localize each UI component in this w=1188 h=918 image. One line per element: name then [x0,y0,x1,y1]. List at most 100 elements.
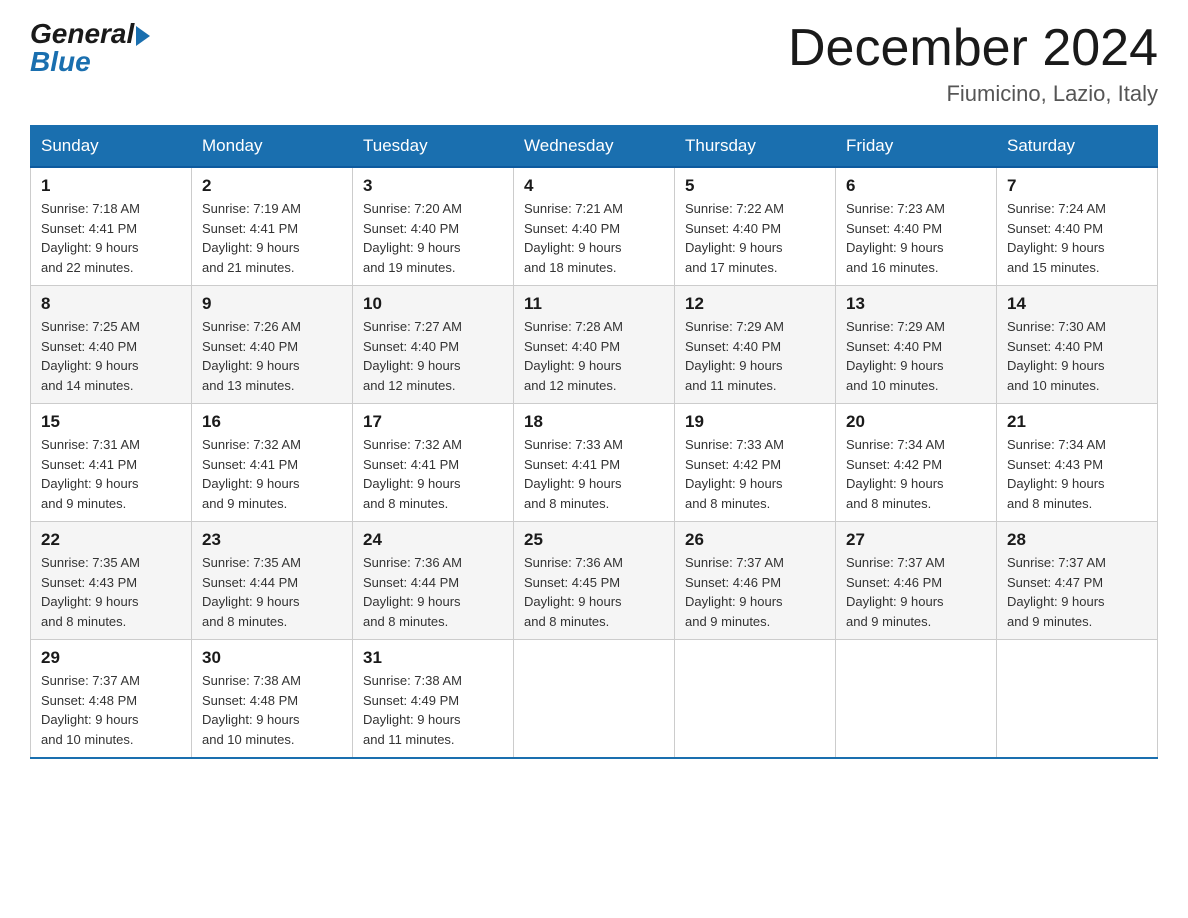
logo-triangle-icon [136,26,150,46]
calendar-cell: 20 Sunrise: 7:34 AMSunset: 4:42 PMDayligh… [836,404,997,522]
calendar-cell: 19 Sunrise: 7:33 AMSunset: 4:42 PMDayligh… [675,404,836,522]
calendar-cell [836,640,997,759]
day-info: Sunrise: 7:25 AMSunset: 4:40 PMDaylight:… [41,317,181,395]
day-header-wednesday: Wednesday [514,126,675,168]
calendar-cell: 21 Sunrise: 7:34 AMSunset: 4:43 PMDayligh… [997,404,1158,522]
day-number: 20 [846,412,986,432]
calendar-cell: 29 Sunrise: 7:37 AMSunset: 4:48 PMDayligh… [31,640,192,759]
calendar-week-row: 22 Sunrise: 7:35 AMSunset: 4:43 PMDayligh… [31,522,1158,640]
day-number: 23 [202,530,342,550]
calendar-cell: 16Sunrise: 7:32 AMSunset: 4:41 PMDayligh… [192,404,353,522]
day-info: Sunrise: 7:36 AMSunset: 4:44 PMDaylight:… [363,553,503,631]
day-header-thursday: Thursday [675,126,836,168]
day-number: 8 [41,294,181,314]
day-info: Sunrise: 7:24 AMSunset: 4:40 PMDaylight:… [1007,199,1147,277]
logo-general-text: General [30,20,134,48]
day-info: Sunrise: 7:23 AMSunset: 4:40 PMDaylight:… [846,199,986,277]
calendar-cell: 25 Sunrise: 7:36 AMSunset: 4:45 PMDayligh… [514,522,675,640]
day-number: 28 [1007,530,1147,550]
calendar-cell: 13 Sunrise: 7:29 AMSunset: 4:40 PMDayligh… [836,286,997,404]
day-info: Sunrise: 7:33 AMSunset: 4:41 PMDaylight:… [524,435,664,513]
day-info: Sunrise: 7:33 AMSunset: 4:42 PMDaylight:… [685,435,825,513]
location-title: Fiumicino, Lazio, Italy [788,81,1158,107]
day-number: 19 [685,412,825,432]
day-number: 16 [202,412,342,432]
logo: General Blue [30,20,150,76]
day-number: 1 [41,176,181,196]
day-info: Sunrise: 7:20 AMSunset: 4:40 PMDaylight:… [363,199,503,277]
day-info: Sunrise: 7:29 AMSunset: 4:40 PMDaylight:… [685,317,825,395]
day-header-friday: Friday [836,126,997,168]
calendar-cell: 15 Sunrise: 7:31 AMSunset: 4:41 PMDayligh… [31,404,192,522]
calendar-cell [675,640,836,759]
day-number: 25 [524,530,664,550]
calendar-week-row: 1Sunrise: 7:18 AMSunset: 4:41 PMDaylight… [31,167,1158,286]
calendar-cell: 24Sunrise: 7:36 AMSunset: 4:44 PMDayligh… [353,522,514,640]
day-number: 29 [41,648,181,668]
day-info: Sunrise: 7:29 AMSunset: 4:40 PMDaylight:… [846,317,986,395]
calendar-cell: 2Sunrise: 7:19 AMSunset: 4:41 PMDaylight… [192,167,353,286]
day-info: Sunrise: 7:30 AMSunset: 4:40 PMDaylight:… [1007,317,1147,395]
day-header-monday: Monday [192,126,353,168]
day-info: Sunrise: 7:27 AMSunset: 4:40 PMDaylight:… [363,317,503,395]
day-info: Sunrise: 7:36 AMSunset: 4:45 PMDaylight:… [524,553,664,631]
calendar-cell: 22 Sunrise: 7:35 AMSunset: 4:43 PMDayligh… [31,522,192,640]
day-number: 21 [1007,412,1147,432]
calendar-cell [997,640,1158,759]
calendar-cell: 27 Sunrise: 7:37 AMSunset: 4:46 PMDayligh… [836,522,997,640]
day-number: 9 [202,294,342,314]
page-header: General Blue December 2024 Fiumicino, La… [30,20,1158,107]
day-header-sunday: Sunday [31,126,192,168]
month-title: December 2024 [788,20,1158,77]
day-info: Sunrise: 7:37 AMSunset: 4:46 PMDaylight:… [685,553,825,631]
calendar-cell: 18 Sunrise: 7:33 AMSunset: 4:41 PMDayligh… [514,404,675,522]
calendar-cell: 30Sunrise: 7:38 AMSunset: 4:48 PMDayligh… [192,640,353,759]
calendar-cell: 17Sunrise: 7:32 AMSunset: 4:41 PMDayligh… [353,404,514,522]
day-info: Sunrise: 7:19 AMSunset: 4:41 PMDaylight:… [202,199,342,277]
day-info: Sunrise: 7:38 AMSunset: 4:49 PMDaylight:… [363,671,503,749]
day-number: 22 [41,530,181,550]
day-number: 26 [685,530,825,550]
day-info: Sunrise: 7:34 AMSunset: 4:42 PMDaylight:… [846,435,986,513]
day-number: 13 [846,294,986,314]
day-number: 31 [363,648,503,668]
day-info: Sunrise: 7:28 AMSunset: 4:40 PMDaylight:… [524,317,664,395]
day-info: Sunrise: 7:35 AMSunset: 4:44 PMDaylight:… [202,553,342,631]
calendar-cell: 7 Sunrise: 7:24 AMSunset: 4:40 PMDaylight… [997,167,1158,286]
day-info: Sunrise: 7:26 AMSunset: 4:40 PMDaylight:… [202,317,342,395]
calendar-cell: 6 Sunrise: 7:23 AMSunset: 4:40 PMDaylight… [836,167,997,286]
calendar-cell: 4 Sunrise: 7:21 AMSunset: 4:40 PMDaylight… [514,167,675,286]
day-number: 18 [524,412,664,432]
day-number: 3 [363,176,503,196]
calendar-cell [514,640,675,759]
calendar-cell: 8 Sunrise: 7:25 AMSunset: 4:40 PMDaylight… [31,286,192,404]
day-info: Sunrise: 7:37 AMSunset: 4:46 PMDaylight:… [846,553,986,631]
day-number: 10 [363,294,503,314]
calendar-cell: 3 Sunrise: 7:20 AMSunset: 4:40 PMDaylight… [353,167,514,286]
calendar-cell: 9 Sunrise: 7:26 AMSunset: 4:40 PMDaylight… [192,286,353,404]
calendar-cell: 12Sunrise: 7:29 AMSunset: 4:40 PMDayligh… [675,286,836,404]
day-number: 4 [524,176,664,196]
day-info: Sunrise: 7:38 AMSunset: 4:48 PMDaylight:… [202,671,342,749]
calendar-cell: 31 Sunrise: 7:38 AMSunset: 4:49 PMDayligh… [353,640,514,759]
day-info: Sunrise: 7:37 AMSunset: 4:48 PMDaylight:… [41,671,181,749]
day-number: 7 [1007,176,1147,196]
calendar-cell: 11Sunrise: 7:28 AMSunset: 4:40 PMDayligh… [514,286,675,404]
day-info: Sunrise: 7:22 AMSunset: 4:40 PMDaylight:… [685,199,825,277]
calendar-cell: 10 Sunrise: 7:27 AMSunset: 4:40 PMDayligh… [353,286,514,404]
calendar-cell: 28Sunrise: 7:37 AMSunset: 4:47 PMDayligh… [997,522,1158,640]
day-number: 6 [846,176,986,196]
calendar-week-row: 15 Sunrise: 7:31 AMSunset: 4:41 PMDayligh… [31,404,1158,522]
day-info: Sunrise: 7:34 AMSunset: 4:43 PMDaylight:… [1007,435,1147,513]
day-number: 15 [41,412,181,432]
day-number: 27 [846,530,986,550]
calendar-cell: 26 Sunrise: 7:37 AMSunset: 4:46 PMDayligh… [675,522,836,640]
calendar-cell: 1Sunrise: 7:18 AMSunset: 4:41 PMDaylight… [31,167,192,286]
day-info: Sunrise: 7:35 AMSunset: 4:43 PMDaylight:… [41,553,181,631]
day-info: Sunrise: 7:21 AMSunset: 4:40 PMDaylight:… [524,199,664,277]
calendar-cell: 5Sunrise: 7:22 AMSunset: 4:40 PMDaylight… [675,167,836,286]
day-info: Sunrise: 7:31 AMSunset: 4:41 PMDaylight:… [41,435,181,513]
logo-blue-text: Blue [30,48,91,76]
calendar-cell: 23 Sunrise: 7:35 AMSunset: 4:44 PMDayligh… [192,522,353,640]
calendar-table: SundayMondayTuesdayWednesdayThursdayFrid… [30,125,1158,759]
